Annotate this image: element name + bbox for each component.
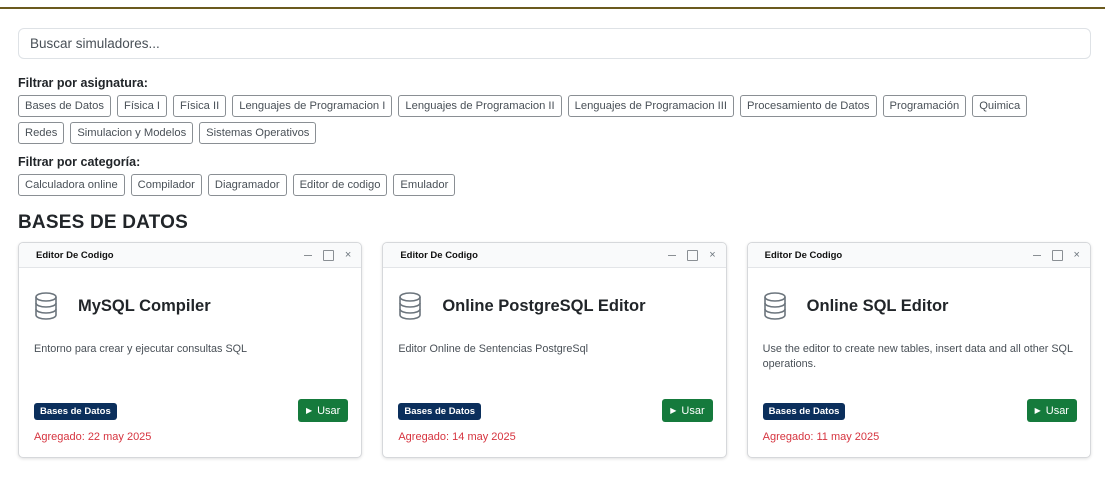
window-controls: ×	[668, 249, 716, 261]
chip-subject-lenguajes-3[interactable]: Lenguajes de Programacion III	[567, 95, 735, 117]
subject-badge: Bases de Datos	[762, 403, 846, 420]
maximize-icon[interactable]	[1051, 249, 1063, 261]
subject-badge: Bases de Datos	[398, 403, 482, 420]
use-button-label: Usar	[317, 404, 341, 417]
close-icon[interactable]: ×	[345, 249, 351, 261]
use-button-label: Usar	[681, 404, 705, 417]
simulator-card: Editor De Codigo × Online SQL Editor Use…	[746, 242, 1091, 458]
minimize-icon[interactable]	[668, 254, 677, 256]
section-title: BASES DE DATOS	[18, 212, 188, 233]
database-icon	[35, 292, 57, 320]
use-button[interactable]: ▶ Usar	[297, 399, 349, 422]
card-description: Entorno para crear y ejecutar consultas …	[34, 343, 248, 355]
simulator-cards: Editor De Codigo × MySQL Compiler Entorn…	[18, 242, 1091, 458]
simulator-card: Editor De Codigo × MySQL Compiler Entorn…	[18, 242, 363, 458]
chip-subject-programacion[interactable]: Programación	[882, 95, 967, 117]
category-filter-chips: Calculadora online Compilador Diagramado…	[18, 174, 1058, 196]
category-filter-title: Filtrar por categoría:	[18, 155, 141, 169]
chip-category-diagramador[interactable]: Diagramador	[207, 174, 287, 196]
chip-subject-lenguajes-2[interactable]: Lenguajes de Programacion II	[398, 95, 562, 117]
chip-subject-lenguajes-1[interactable]: Lenguajes de Programacion I	[232, 95, 393, 117]
close-icon[interactable]: ×	[709, 249, 715, 261]
chip-subject-redes[interactable]: Redes	[18, 122, 65, 144]
subject-filter-chips: Bases de Datos Física I Física II Lengua…	[18, 95, 1058, 144]
card-window-bar: Editor De Codigo ×	[747, 243, 1090, 268]
card-title-row: Online SQL Editor	[763, 292, 1090, 320]
chip-category-editor[interactable]: Editor de codigo	[292, 174, 388, 196]
subject-filter-title: Filtrar por asignatura:	[18, 76, 148, 90]
card-category: Editor De Codigo	[36, 249, 114, 261]
card-title-row: Online PostgreSQL Editor	[398, 292, 725, 320]
maximize-icon[interactable]	[322, 249, 334, 261]
chip-subject-fisica-2[interactable]: Física II	[173, 95, 227, 117]
chip-subject-procesamiento[interactable]: Procesamiento de Datos	[740, 95, 877, 117]
card-window-bar: Editor De Codigo ×	[19, 243, 362, 268]
database-icon	[763, 292, 786, 320]
play-icon: ▶	[1034, 406, 1041, 415]
close-icon[interactable]: ×	[1074, 249, 1080, 261]
chip-category-calculadora[interactable]: Calculadora online	[18, 174, 125, 196]
top-divider	[0, 7, 1105, 9]
card-name: Online PostgreSQL Editor	[442, 296, 646, 315]
maximize-icon[interactable]	[687, 249, 699, 261]
card-description: Editor Online de Sentencias PostgreSql	[398, 343, 588, 355]
subject-badge: Bases de Datos	[34, 403, 117, 420]
card-category: Editor De Codigo	[400, 249, 478, 261]
minimize-icon[interactable]	[1032, 254, 1041, 256]
added-date: Agregado: 14 may 2025	[398, 431, 516, 443]
card-title-row: MySQL Compiler	[34, 292, 361, 320]
chip-subject-fisica-1[interactable]: Física I	[116, 95, 168, 117]
added-date: Agregado: 22 may 2025	[34, 431, 152, 443]
card-category: Editor De Codigo	[764, 249, 843, 261]
added-date: Agregado: 11 may 2025	[762, 431, 880, 443]
chip-subject-sistemas-operativos[interactable]: Sistemas Operativos	[199, 122, 317, 144]
window-controls: ×	[1032, 249, 1080, 261]
main-content: Filtrar por asignatura: Bases de Datos F…	[18, 28, 1091, 458]
card-window-bar: Editor De Codigo ×	[383, 243, 726, 268]
minimize-icon[interactable]	[303, 254, 312, 256]
use-button[interactable]: ▶ Usar	[1026, 399, 1077, 422]
card-name: MySQL Compiler	[78, 296, 211, 315]
use-button[interactable]: ▶ Usar	[662, 399, 713, 422]
window-controls: ×	[303, 249, 351, 261]
play-icon: ▶	[670, 406, 677, 415]
use-button-label: Usar	[1045, 404, 1069, 417]
chip-category-compilador[interactable]: Compilador	[130, 174, 202, 196]
card-description: Use the editor to create new tables, ins…	[762, 343, 1073, 370]
chip-subject-bases-de-datos[interactable]: Bases de Datos	[18, 95, 111, 117]
database-icon	[399, 292, 422, 320]
play-icon: ▶	[305, 406, 313, 415]
search-input[interactable]	[18, 28, 1091, 59]
chip-category-emulador[interactable]: Emulador	[393, 174, 456, 196]
chip-subject-simulacion[interactable]: Simulacion y Modelos	[70, 122, 194, 144]
simulator-card: Editor De Codigo × Online PostgreSQL Edi…	[382, 242, 727, 458]
card-name: Online SQL Editor	[806, 296, 949, 315]
chip-subject-quimica[interactable]: Quimica	[972, 95, 1028, 117]
